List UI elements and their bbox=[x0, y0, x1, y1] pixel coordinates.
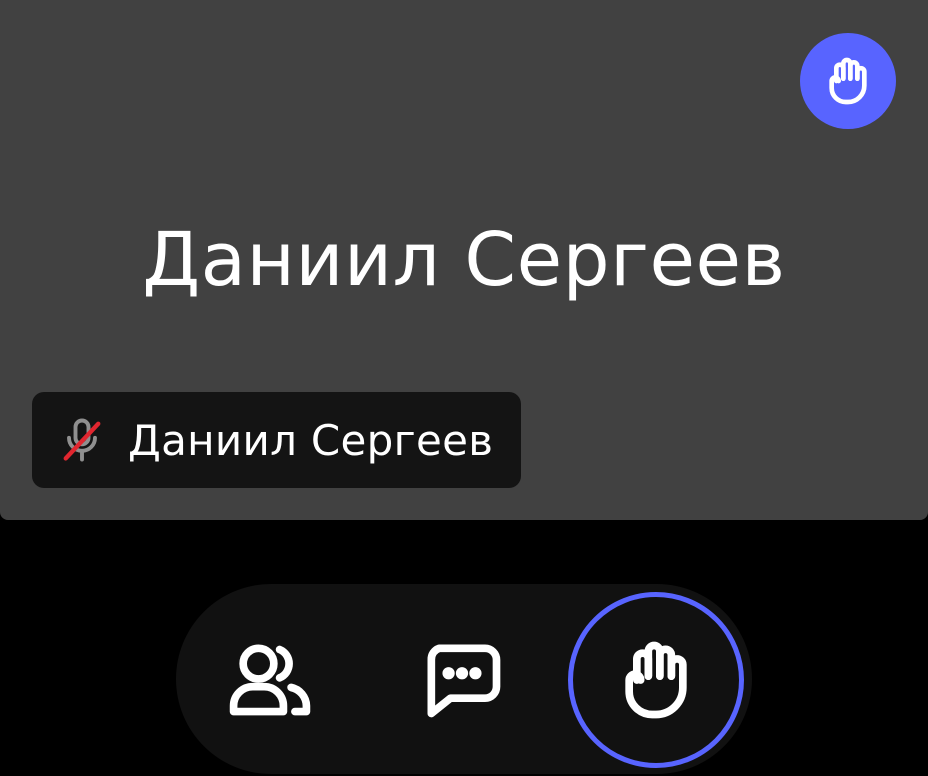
participants-button[interactable] bbox=[218, 627, 322, 731]
chat-bubble-icon bbox=[427, 644, 501, 718]
hand-raised-badge bbox=[800, 33, 896, 129]
mic-muted-icon bbox=[63, 418, 101, 462]
raised-hand-icon bbox=[625, 641, 687, 719]
raise-hand-button[interactable] bbox=[568, 592, 744, 768]
raised-hand-icon bbox=[829, 57, 867, 105]
participant-display-name: Даниил Сергеев bbox=[142, 217, 786, 303]
call-toolbar bbox=[176, 584, 752, 774]
participant-name-plate: Даниил Сергеев bbox=[32, 392, 522, 488]
participant-video-tile[interactable]: Даниил Сергеев Даниил Сергеев bbox=[0, 0, 928, 520]
participant-name-label: Даниил Сергеев bbox=[128, 415, 494, 465]
chat-button[interactable] bbox=[410, 627, 514, 731]
mic-muted-status bbox=[54, 412, 110, 468]
people-icon bbox=[229, 644, 311, 716]
